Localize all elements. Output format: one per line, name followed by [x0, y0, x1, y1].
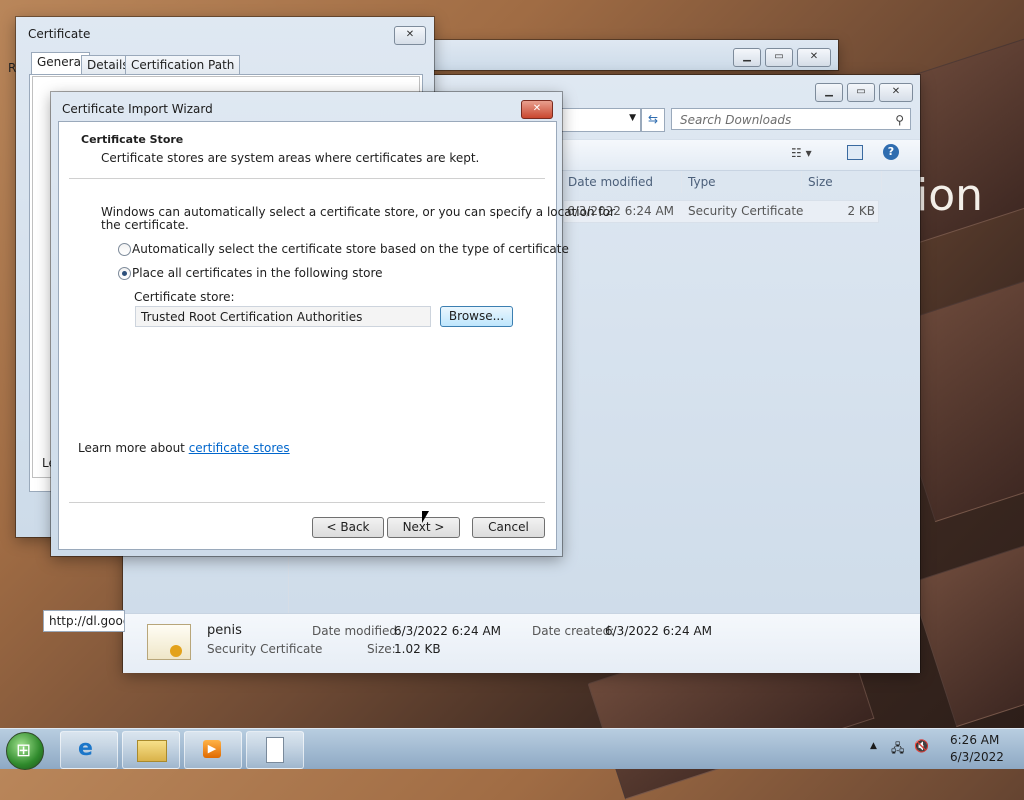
- details-size-label: Size:: [367, 642, 396, 656]
- header-divider: [69, 178, 545, 179]
- minimize-button[interactable]: ▁: [733, 48, 761, 67]
- internet-explorer-icon: e: [78, 736, 93, 761]
- radio-place-in-store-label[interactable]: Place all certificates in the following …: [132, 266, 383, 280]
- footer-divider: [69, 502, 545, 503]
- search-icon: ⚲: [895, 113, 904, 127]
- desktop-partial-text: ion: [916, 170, 984, 221]
- tab-certification-path[interactable]: Certification Path: [125, 55, 241, 75]
- radio-auto-select[interactable]: [118, 243, 131, 256]
- details-date-modified-label: Date modified:: [312, 624, 402, 638]
- row-size: 2 KB: [847, 204, 875, 218]
- mouse-cursor: [422, 511, 429, 523]
- learn-more-text: Learn more about certificate stores: [78, 441, 290, 455]
- maximize-button[interactable]: ▭: [765, 48, 793, 67]
- intro-text-line2: the certificate.: [101, 218, 189, 232]
- clock-date[interactable]: 6/3/2022: [950, 750, 1004, 764]
- help-icon[interactable]: ?: [883, 144, 899, 160]
- column-separator[interactable]: [801, 171, 802, 193]
- taskbar-document[interactable]: [246, 731, 304, 769]
- back-button[interactable]: < Back: [312, 517, 384, 538]
- chevron-down-icon[interactable]: ▼: [629, 113, 636, 123]
- cancel-button[interactable]: Cancel: [472, 517, 545, 538]
- document-icon: [266, 737, 284, 763]
- page-header-title: Certificate Store: [81, 133, 184, 146]
- column-header-date-modified[interactable]: Date modified: [568, 175, 653, 189]
- volume-muted-icon[interactable]: 🔇: [914, 739, 929, 753]
- partial-left-text: R: [8, 61, 17, 75]
- certificate-stores-link[interactable]: certificate stores: [189, 441, 290, 455]
- wizard-content: Certificate Store Certificate stores are…: [58, 121, 615, 550]
- taskbar: ⊞ e ▶ ▲ 🖧 🔇 6:26 AM 6/3/2022: [0, 728, 1024, 770]
- details-file-type: Security Certificate: [207, 642, 323, 656]
- details-file-name: penis: [207, 623, 242, 638]
- network-icon[interactable]: 🖧: [891, 739, 904, 760]
- search-input[interactable]: Search Downloads ⚲: [671, 108, 911, 130]
- details-date-modified: 6/3/2022 6:24 AM: [394, 624, 502, 638]
- address-bar[interactable]: ▼: [553, 108, 641, 132]
- certificate-store-label: Certificate store:: [134, 290, 235, 304]
- browser-status-url: http://dl.goog: [43, 610, 125, 632]
- taskbar-windows-explorer[interactable]: [122, 731, 180, 769]
- folder-icon: [137, 740, 167, 762]
- certificate-file-icon: [147, 624, 191, 660]
- intro-text-line1: Windows can automatically select a certi…: [101, 205, 615, 219]
- close-button[interactable]: ✕: [394, 26, 426, 45]
- radio-place-in-store[interactable]: [118, 267, 131, 280]
- desktop-background-shape: [909, 544, 1024, 728]
- refresh-button[interactable]: ⇆: [641, 108, 665, 132]
- media-player-icon: ▶: [203, 740, 221, 758]
- radio-auto-select-label[interactable]: Automatically select the certificate sto…: [132, 242, 569, 256]
- column-separator[interactable]: [881, 171, 882, 193]
- details-date-created: 6/3/2022 6:24 AM: [605, 624, 713, 638]
- taskbar-media-player[interactable]: ▶: [184, 731, 242, 769]
- close-button[interactable]: ✕: [521, 100, 553, 119]
- start-button[interactable]: ⊞: [6, 732, 44, 770]
- preview-pane-icon[interactable]: [847, 145, 863, 160]
- details-date-created-label: Date created:: [532, 624, 615, 638]
- close-button[interactable]: ✕: [879, 83, 913, 102]
- windows-logo-icon: ⊞: [16, 740, 32, 761]
- taskbar-internet-explorer[interactable]: e: [60, 731, 118, 769]
- show-hidden-icons-icon[interactable]: ▲: [870, 741, 877, 751]
- certificate-dialog-title: Certificate: [28, 27, 91, 41]
- certificate-import-wizard[interactable]: Certificate Import Wizard ✕ Certificate …: [51, 92, 615, 556]
- view-options-icon[interactable]: ☷ ▾: [791, 146, 812, 160]
- row-type: Security Certificate: [688, 204, 804, 218]
- details-size: 1.02 KB: [394, 642, 441, 656]
- refresh-icon: ⇆: [647, 112, 659, 126]
- minimize-button[interactable]: ▁: [815, 83, 843, 102]
- clock-time[interactable]: 6:26 AM: [950, 733, 999, 747]
- column-header-size[interactable]: Size: [808, 175, 833, 189]
- details-pane: penis Security Certificate Date modified…: [123, 613, 920, 673]
- explorer-window-back[interactable]: ▁ ▭ ✕: [430, 40, 838, 70]
- page-header-subtitle: Certificate stores are system areas wher…: [101, 151, 480, 165]
- search-placeholder: Search Downloads: [680, 113, 792, 127]
- column-separator[interactable]: [681, 171, 682, 193]
- learn-more-prefix: Learn more about: [78, 441, 189, 455]
- certificate-store-value: Trusted Root Certification Authorities: [141, 310, 363, 324]
- close-button[interactable]: ✕: [797, 48, 831, 67]
- certificate-store-field: Trusted Root Certification Authorities: [135, 306, 431, 327]
- column-header-type[interactable]: Type: [688, 175, 716, 189]
- maximize-button[interactable]: ▭: [847, 83, 875, 102]
- wizard-title: Certificate Import Wizard: [62, 102, 213, 116]
- status-url-text: http://dl.goog: [49, 614, 125, 628]
- browse-button[interactable]: Browse...: [440, 306, 513, 327]
